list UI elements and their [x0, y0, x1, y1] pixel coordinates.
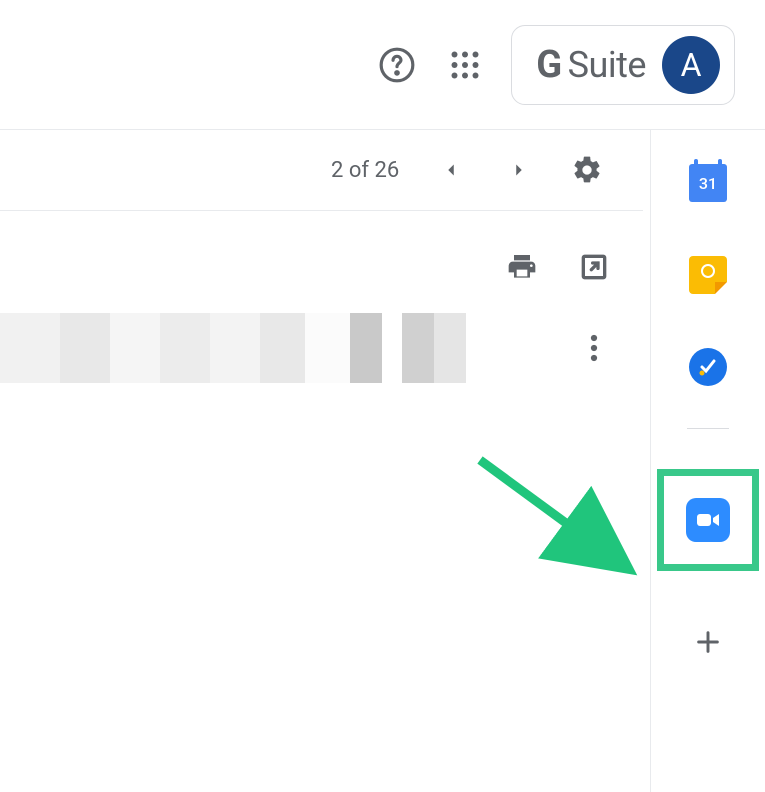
- main-area: 2 of 26: [0, 130, 765, 792]
- open-new-window-icon[interactable]: [578, 251, 610, 283]
- account-switcher[interactable]: G Suite A: [511, 25, 735, 105]
- prev-button[interactable]: [435, 154, 467, 186]
- side-panel-divider: [687, 428, 729, 429]
- print-icon[interactable]: [506, 251, 538, 283]
- add-addon-icon[interactable]: [687, 621, 729, 663]
- avatar[interactable]: A: [662, 36, 720, 94]
- side-panel: 31: [651, 130, 765, 792]
- apps-grid-icon[interactable]: [443, 43, 487, 87]
- redacted-content: [0, 313, 554, 383]
- more-options-icon[interactable]: [578, 333, 610, 363]
- help-icon[interactable]: [375, 43, 419, 87]
- calendar-addon-icon[interactable]: 31: [687, 162, 729, 204]
- keep-addon-icon[interactable]: [687, 254, 729, 296]
- message-actions: [0, 211, 650, 313]
- page-counter: 2 of 26: [331, 158, 399, 183]
- redacted-sender-row: [0, 313, 650, 383]
- top-bar: G Suite A: [0, 0, 765, 130]
- zoom-addon-icon[interactable]: [686, 498, 730, 542]
- content-pane: 2 of 26: [0, 130, 651, 792]
- suite-label: G Suite: [536, 43, 646, 87]
- message-toolbar: 2 of 26: [0, 130, 643, 211]
- tasks-addon-icon[interactable]: [687, 346, 729, 388]
- zoom-addon-highlight: [657, 469, 759, 571]
- next-button[interactable]: [503, 154, 535, 186]
- settings-icon[interactable]: [571, 154, 603, 186]
